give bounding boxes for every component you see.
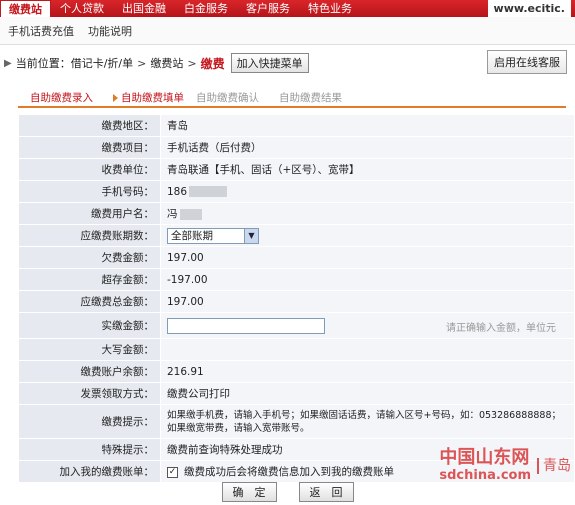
amount-hint: 请正确输入金额，单位元 (446, 323, 556, 334)
over-value: -197.00 (160, 268, 575, 291)
phone-value: 186 (167, 185, 188, 198)
breadcrumb-current: 缴费 (200, 56, 225, 71)
add-shortcut-button[interactable]: 加入快捷菜单 (230, 53, 309, 73)
sub-nav: 手机话费充值 功能说明 (0, 17, 575, 45)
step-entry: 自助缴费录入 (30, 92, 93, 104)
breadcrumb-prefix: 当前位置： (15, 57, 71, 70)
invoice-value: 缴费公司打印 (160, 382, 575, 405)
nav-tab-payment-station[interactable]: 缴费站 (0, 0, 51, 17)
form-row: 缴费地区： 青岛 (18, 114, 575, 137)
chevron-down-icon[interactable]: ▼ (244, 228, 258, 243)
region-label: 缴费地区： (18, 114, 161, 137)
item-label: 缴费项目： (18, 136, 161, 159)
nav-tab-customer-service[interactable]: 客户服务 (237, 0, 299, 17)
balance-value: 216.91 (160, 360, 575, 383)
user-value: 冯 (167, 208, 178, 220)
watermark-logo: 中国山东网 sdchina.com 青岛 (439, 447, 571, 484)
upper-label: 大写金额： (18, 338, 161, 361)
user-label: 缴费用户名： (18, 202, 161, 225)
nav-tab-platinum-service[interactable]: 白金服务 (175, 0, 237, 17)
site-url: www.ecitic. (487, 0, 571, 17)
online-support-button[interactable]: 启用在线客服 (487, 50, 567, 74)
period-cell: 全部账期 ▼ (160, 224, 575, 247)
paid-cell: 请正确输入金额，单位元 (160, 312, 575, 339)
total-label: 应缴费总金额： (18, 290, 161, 313)
breadcrumb-item-debit-card[interactable]: 借记卡/折/单 (71, 55, 133, 71)
redacted-block (189, 186, 228, 197)
special-label: 特殊提示： (18, 438, 161, 461)
owed-value: 197.00 (160, 246, 575, 269)
nav-tab-overseas-finance[interactable]: 出国金融 (113, 0, 175, 17)
breadcrumb-item-payment-station[interactable]: 缴费站 (150, 55, 183, 71)
step-confirm: 自助缴费确认 (196, 92, 259, 104)
step-fill-form-label: 自助缴费填单 (121, 92, 184, 104)
form-row: 实缴金额： 请正确输入金额，单位元 (18, 312, 575, 339)
watermark-text-block: 中国山东网 sdchina.com (439, 447, 531, 484)
step-active-icon (113, 94, 118, 102)
confirm-button[interactable]: 确 定 (221, 482, 277, 502)
period-select-value: 全部账期 (171, 229, 213, 242)
bill-text: 缴费成功后会将缴费信息加入到我的缴费账单 (184, 466, 394, 478)
form-row: 超存金额： -197.00 (18, 268, 575, 291)
form-row: 手机号码： 186 (18, 180, 575, 203)
unit-label: 收费单位： (18, 158, 161, 181)
upper-value (160, 338, 575, 361)
nav-tab-special-business[interactable]: 特色业务 (299, 0, 361, 17)
action-buttons: 确 定 返 回 (0, 482, 575, 502)
period-label: 应缴费账期数： (18, 224, 161, 247)
user-value-cell: 冯 (160, 202, 575, 225)
step-fill-form: 自助缴费填单 (101, 90, 184, 106)
amount-input[interactable] (167, 317, 325, 334)
arrow-right-icon: ▶ (4, 57, 12, 69)
breadcrumb-separator-icon: > (137, 56, 147, 70)
tip-value: 如果缴手机费，请输入手机号；如果缴固话话费，请输入区号+号码，如：0532868… (160, 404, 575, 439)
over-label: 超存金额： (18, 268, 161, 291)
payment-form: 缴费地区： 青岛 缴费项目： 手机话费（后付费） 收费单位： 青岛联通【手机、固… (18, 114, 575, 483)
form-row: 缴费提示： 如果缴手机费，请输入手机号；如果缴固话话费，请输入区号+号码，如：0… (18, 404, 575, 439)
watermark-main: 中国山东网 (439, 447, 530, 468)
paid-label: 实缴金额： (18, 312, 161, 339)
form-row: 发票领取方式： 缴费公司打印 (18, 382, 575, 405)
breadcrumb: ▶ 当前位置： 借记卡/折/单 > 缴费站 > 缴费 加入快捷菜单 启用在线客服 (0, 46, 575, 80)
tip-label: 缴费提示： (18, 404, 161, 439)
subnav-function-help[interactable]: 功能说明 (88, 23, 132, 39)
step-indicator: 自助缴费录入 自助缴费填单 自助缴费确认 自助缴费结果 (18, 90, 566, 108)
balance-label: 缴费账户余额： (18, 360, 161, 383)
add-bill-checkbox[interactable]: ✓ (167, 466, 178, 478)
period-select[interactable]: 全部账期 ▼ (167, 227, 259, 244)
form-row: 缴费账户余额： 216.91 (18, 360, 575, 383)
form-row: 欠费金额： 197.00 (18, 246, 575, 269)
form-row: 应缴费账期数： 全部账期 ▼ (18, 224, 575, 247)
watermark-sub: sdchina.com (439, 468, 531, 483)
nav-tab-personal-loan[interactable]: 个人贷款 (51, 0, 113, 17)
back-button[interactable]: 返 回 (298, 482, 354, 502)
phone-label: 手机号码： (18, 180, 161, 203)
top-nav: 缴费站 个人贷款 出国金融 白金服务 客户服务 特色业务 www.ecitic. (0, 0, 575, 17)
form-row: 收费单位： 青岛联通【手机、固话（+区号）、宽带】 (18, 158, 575, 181)
subnav-mobile-topup[interactable]: 手机话费充值 (8, 23, 74, 39)
form-row: 大写金额： (18, 338, 575, 361)
invoice-label: 发票领取方式： (18, 382, 161, 405)
total-value: 197.00 (160, 290, 575, 313)
owed-label: 欠费金额： (18, 246, 161, 269)
redacted-block (179, 208, 202, 220)
watermark-city: 青岛 (537, 457, 571, 474)
phone-value-cell: 186 (160, 180, 575, 203)
step-result: 自助缴费结果 (279, 92, 342, 104)
form-row: 应缴费总金额： 197.00 (18, 290, 575, 313)
bill-label: 加入我的缴费账单： (18, 460, 161, 483)
region-value: 青岛 (160, 114, 575, 137)
breadcrumb-separator-icon: > (187, 56, 197, 70)
form-row: 缴费项目： 手机话费（后付费） (18, 136, 575, 159)
unit-value: 青岛联通【手机、固话（+区号）、宽带】 (160, 158, 575, 181)
item-value: 手机话费（后付费） (160, 136, 575, 159)
form-row: 缴费用户名： 冯 (18, 202, 575, 225)
